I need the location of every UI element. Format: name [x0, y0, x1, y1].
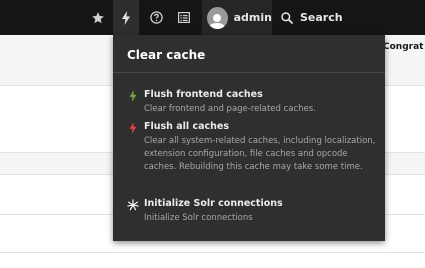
item-description: Initialize Solr connections — [144, 213, 253, 223]
flush-all-caches-item[interactable]: Flush all caches Clear all system-relate… — [127, 121, 377, 174]
solr-icon — [127, 199, 139, 211]
dropdown-divider — [113, 72, 385, 73]
search-button[interactable]: Search — [281, 0, 351, 35]
item-label: Flush all caches — [144, 121, 229, 132]
item-label: Initialize Solr connections — [144, 198, 283, 209]
dropdown-title: Clear cache — [127, 48, 206, 62]
clear-cache-button[interactable] — [113, 0, 139, 35]
bolt-green-icon — [129, 90, 137, 102]
flush-frontend-caches-item[interactable]: Flush frontend caches Clear frontend and… — [127, 89, 377, 116]
content-divider — [0, 252, 425, 253]
user-menu-button[interactable]: admin — [202, 0, 272, 35]
item-description: Clear frontend and page-related caches. — [144, 104, 316, 114]
user-avatar-icon — [209, 13, 226, 29]
bolt-red-icon — [129, 122, 137, 134]
item-label: Flush frontend caches — [144, 89, 263, 100]
bolt-icon — [122, 10, 130, 25]
help-button[interactable] — [145, 0, 167, 35]
avatar — [207, 6, 228, 29]
star-icon — [92, 11, 104, 23]
clear-cache-dropdown: Clear cache Flush frontend caches Clear … — [113, 35, 385, 241]
help-icon — [149, 11, 163, 24]
system-information-button[interactable] — [173, 0, 195, 35]
content-heading-snippet: Congrat — [383, 42, 424, 52]
top-toolbar: admin Search — [0, 0, 425, 35]
username-label: admin — [233, 11, 272, 24]
list-icon — [178, 12, 190, 23]
search-label: Search — [300, 11, 343, 24]
bookmarks-button[interactable] — [86, 0, 110, 35]
search-icon — [281, 11, 293, 24]
item-description: Clear all system-related caches, includi… — [144, 136, 376, 172]
initialize-solr-connections-item[interactable]: Initialize Solr connections Initialize S… — [127, 198, 377, 225]
